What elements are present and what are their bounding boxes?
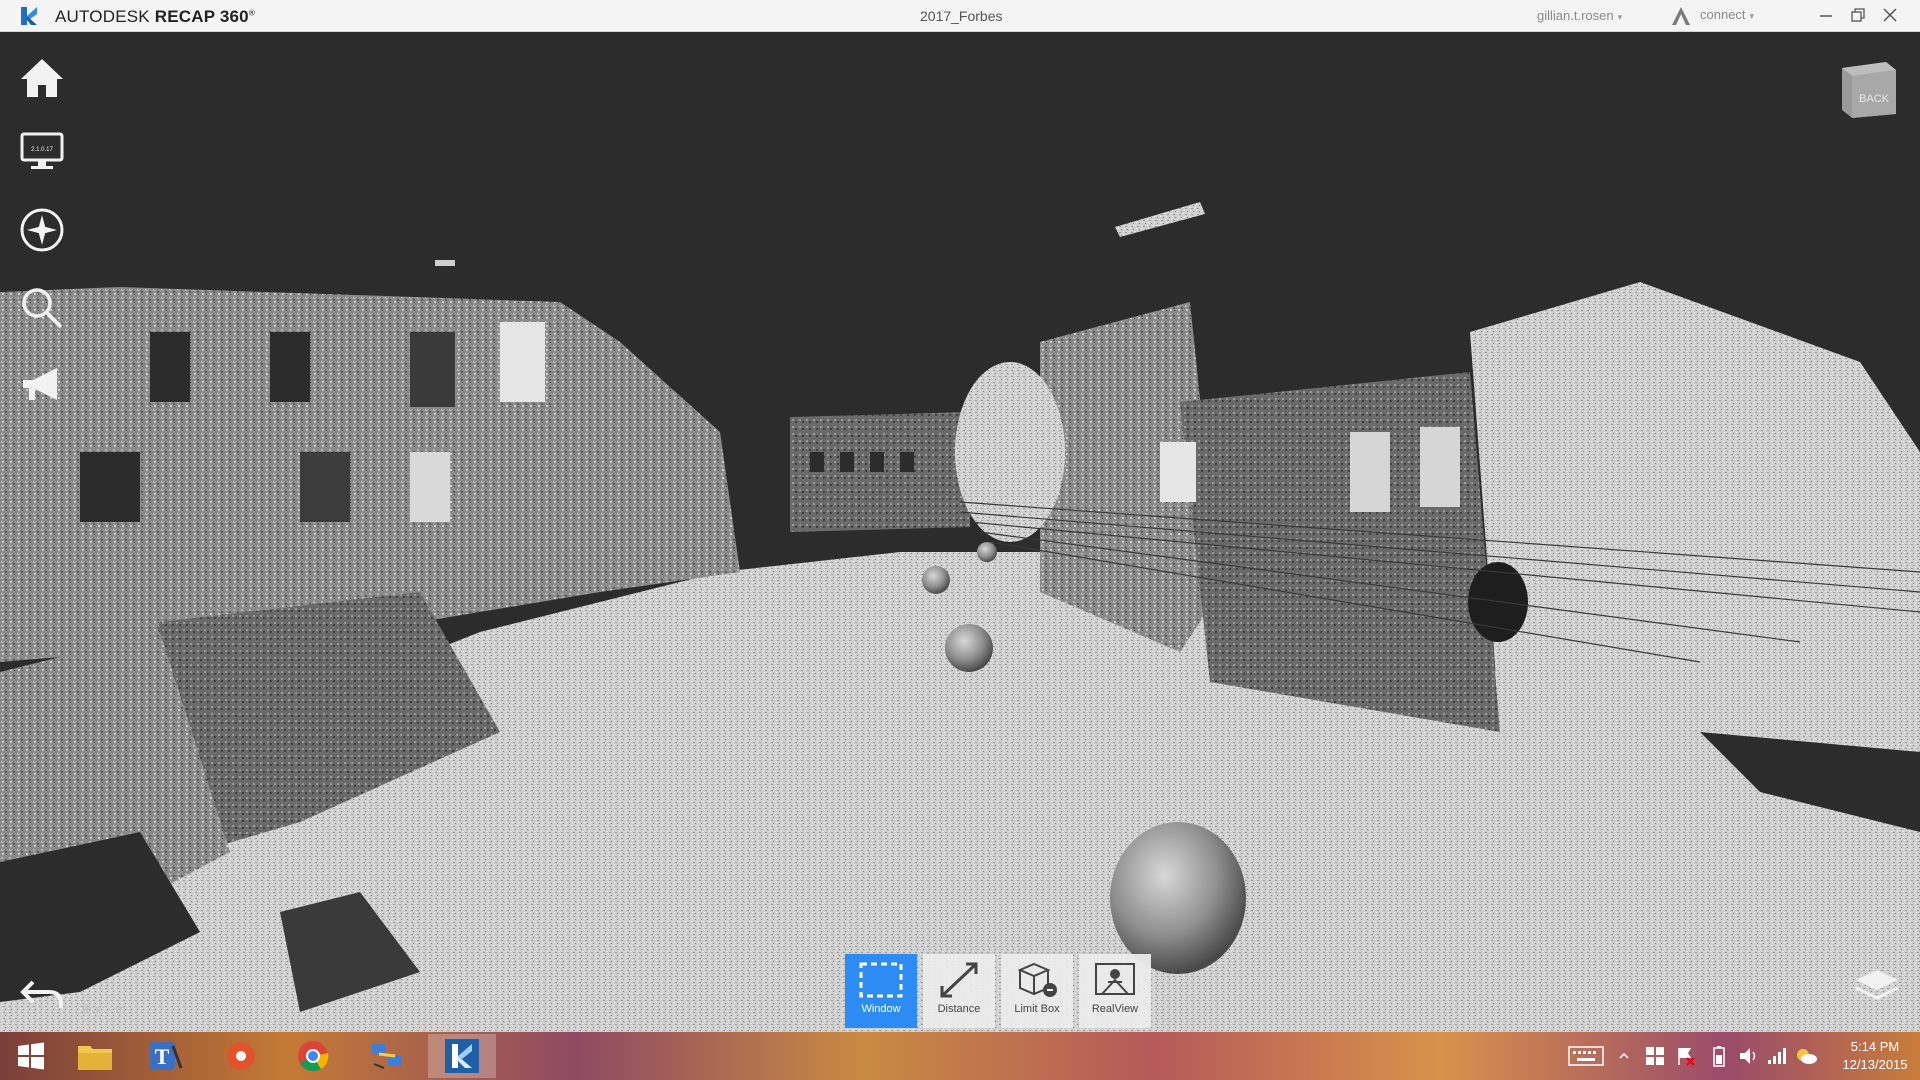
- minimize-icon: [1820, 15, 1832, 17]
- layers-icon: [1855, 970, 1899, 1000]
- brand-mark: ®: [248, 8, 255, 18]
- network-tray[interactable]: [1766, 1032, 1788, 1080]
- chrome-taskbar[interactable]: [282, 1034, 344, 1078]
- record-icon: [227, 1042, 255, 1070]
- crosshair-icon: ⊕: [82, 1002, 93, 1016]
- limit-box-icon: [1017, 962, 1057, 997]
- chevron-down-icon: ▾: [1749, 11, 1755, 21]
- viewcube-face-label: BACK: [1859, 93, 1890, 105]
- document-title: 2017_Forbes: [920, 8, 1003, 24]
- svg-text:T: T: [155, 1044, 170, 1069]
- distance-tool[interactable]: Distance: [923, 954, 995, 1028]
- connect-menu[interactable]: connect ▾: [1700, 7, 1754, 22]
- action-center-tray[interactable]: [1676, 1032, 1696, 1080]
- search-button[interactable]: [14, 280, 70, 336]
- point-cloud-scene: [0, 202, 1920, 1032]
- flag-alert-icon: [1678, 1048, 1695, 1066]
- viewcube-icon: BACK: [1842, 62, 1896, 118]
- keyboard-icon: [1568, 1046, 1604, 1066]
- volume-tray[interactable]: [1738, 1032, 1760, 1080]
- search-icon: [22, 288, 63, 329]
- windows-taskbar: T 5:14 PM 12/13/2015: [0, 1032, 1920, 1080]
- battery-icon: [1713, 1046, 1725, 1067]
- home-button[interactable]: [14, 50, 70, 106]
- coordinate-readout: ⊕ x: - m: [82, 1002, 125, 1016]
- network-computers-icon: [372, 1044, 402, 1069]
- realview-tool-label: RealView: [1091, 1003, 1139, 1015]
- chevron-down-icon: ▾: [1617, 12, 1623, 22]
- viewcube[interactable]: BACK: [1836, 58, 1900, 120]
- signal-bars-icon: [1768, 1048, 1786, 1064]
- app-brand: AUTODESK RECAP 360®: [55, 7, 255, 27]
- recap-logo-icon: [21, 7, 37, 25]
- show-hidden-icons[interactable]: [1618, 1032, 1630, 1080]
- display-screen-text: 2.1.0.17: [31, 147, 53, 153]
- keyboard-tray[interactable]: [1568, 1032, 1604, 1080]
- limit-box-tool[interactable]: Limit Box: [1001, 954, 1073, 1028]
- chevron-up-icon: [1619, 1052, 1629, 1059]
- coordinate-text: x: - m: [95, 1002, 126, 1016]
- layers-button[interactable]: [1852, 966, 1902, 1006]
- restore-icon: [1851, 8, 1865, 22]
- text-editor-icon: T: [149, 1042, 183, 1070]
- weather-tray[interactable]: [1794, 1032, 1818, 1080]
- close-button[interactable]: [1878, 4, 1902, 28]
- speaker-icon: [1740, 1048, 1756, 1064]
- windows-small-icon: [1646, 1047, 1664, 1065]
- navigation-button[interactable]: [14, 202, 70, 258]
- window-tool-label: Window: [861, 1003, 901, 1015]
- file-explorer-taskbar[interactable]: [64, 1034, 126, 1078]
- limit-box-tool-label: Limit Box: [1014, 1003, 1060, 1015]
- measure-toolbar: Window Distance Limit Box RealView: [845, 954, 1151, 1028]
- windows-logo-icon: [18, 1042, 44, 1070]
- brand-prefix: AUTODESK: [55, 7, 150, 26]
- annotations-button[interactable]: [14, 358, 70, 414]
- display-settings-button[interactable]: 2.1.0.17: [14, 124, 70, 180]
- realview-icon: [1095, 963, 1135, 995]
- close-icon: [1883, 8, 1897, 22]
- taskbar-clock[interactable]: 5:14 PM 12/13/2015: [1830, 1038, 1920, 1074]
- minimize-button[interactable]: [1814, 4, 1838, 28]
- distance-tool-label: Distance: [937, 1003, 981, 1015]
- recap-taskbar[interactable]: [428, 1034, 496, 1078]
- navigation-icon: [20, 208, 64, 252]
- undo-arrow-icon: [20, 980, 63, 1008]
- media-player-taskbar[interactable]: [210, 1034, 272, 1078]
- clock-date: 12/13/2015: [1842, 1057, 1908, 1072]
- user-name: gillian.t.rosen: [1537, 8, 1614, 23]
- home-icon: [21, 59, 63, 97]
- restore-button[interactable]: [1846, 4, 1870, 28]
- megaphone-icon: [23, 368, 57, 400]
- recap-app-icon: [445, 1039, 479, 1073]
- undo-button[interactable]: [14, 966, 70, 1022]
- windows-tray[interactable]: [1645, 1032, 1665, 1080]
- start-button[interactable]: [0, 1034, 62, 1078]
- connect-label: connect: [1700, 7, 1746, 22]
- realview-tool[interactable]: RealView: [1079, 954, 1151, 1028]
- clock-time: 5:14 PM: [1850, 1039, 1900, 1054]
- window-select-icon: [859, 962, 903, 998]
- point-cloud-viewport[interactable]: 2.1.0.17 ⊕ x: - m BACK Window Distance L…: [0, 32, 1920, 1032]
- folder-icon: [78, 1046, 112, 1070]
- weather-icon: [1797, 1049, 1817, 1064]
- battery-tray[interactable]: [1712, 1032, 1726, 1080]
- chrome-icon: [298, 1041, 329, 1072]
- user-menu[interactable]: gillian.t.rosen ▾: [1537, 8, 1622, 23]
- distance-icon: [940, 962, 978, 998]
- display-icon: 2.1.0.17: [20, 132, 64, 169]
- typora-taskbar[interactable]: T: [134, 1034, 196, 1078]
- network-app-taskbar[interactable]: [356, 1034, 418, 1078]
- window-select-tool[interactable]: Window: [845, 954, 917, 1028]
- title-bar: AUTODESK RECAP 360® 2017_Forbes gillian.…: [0, 0, 1920, 32]
- autodesk-a360-icon: [1672, 7, 1690, 25]
- brand-product: RECAP 360: [154, 7, 249, 26]
